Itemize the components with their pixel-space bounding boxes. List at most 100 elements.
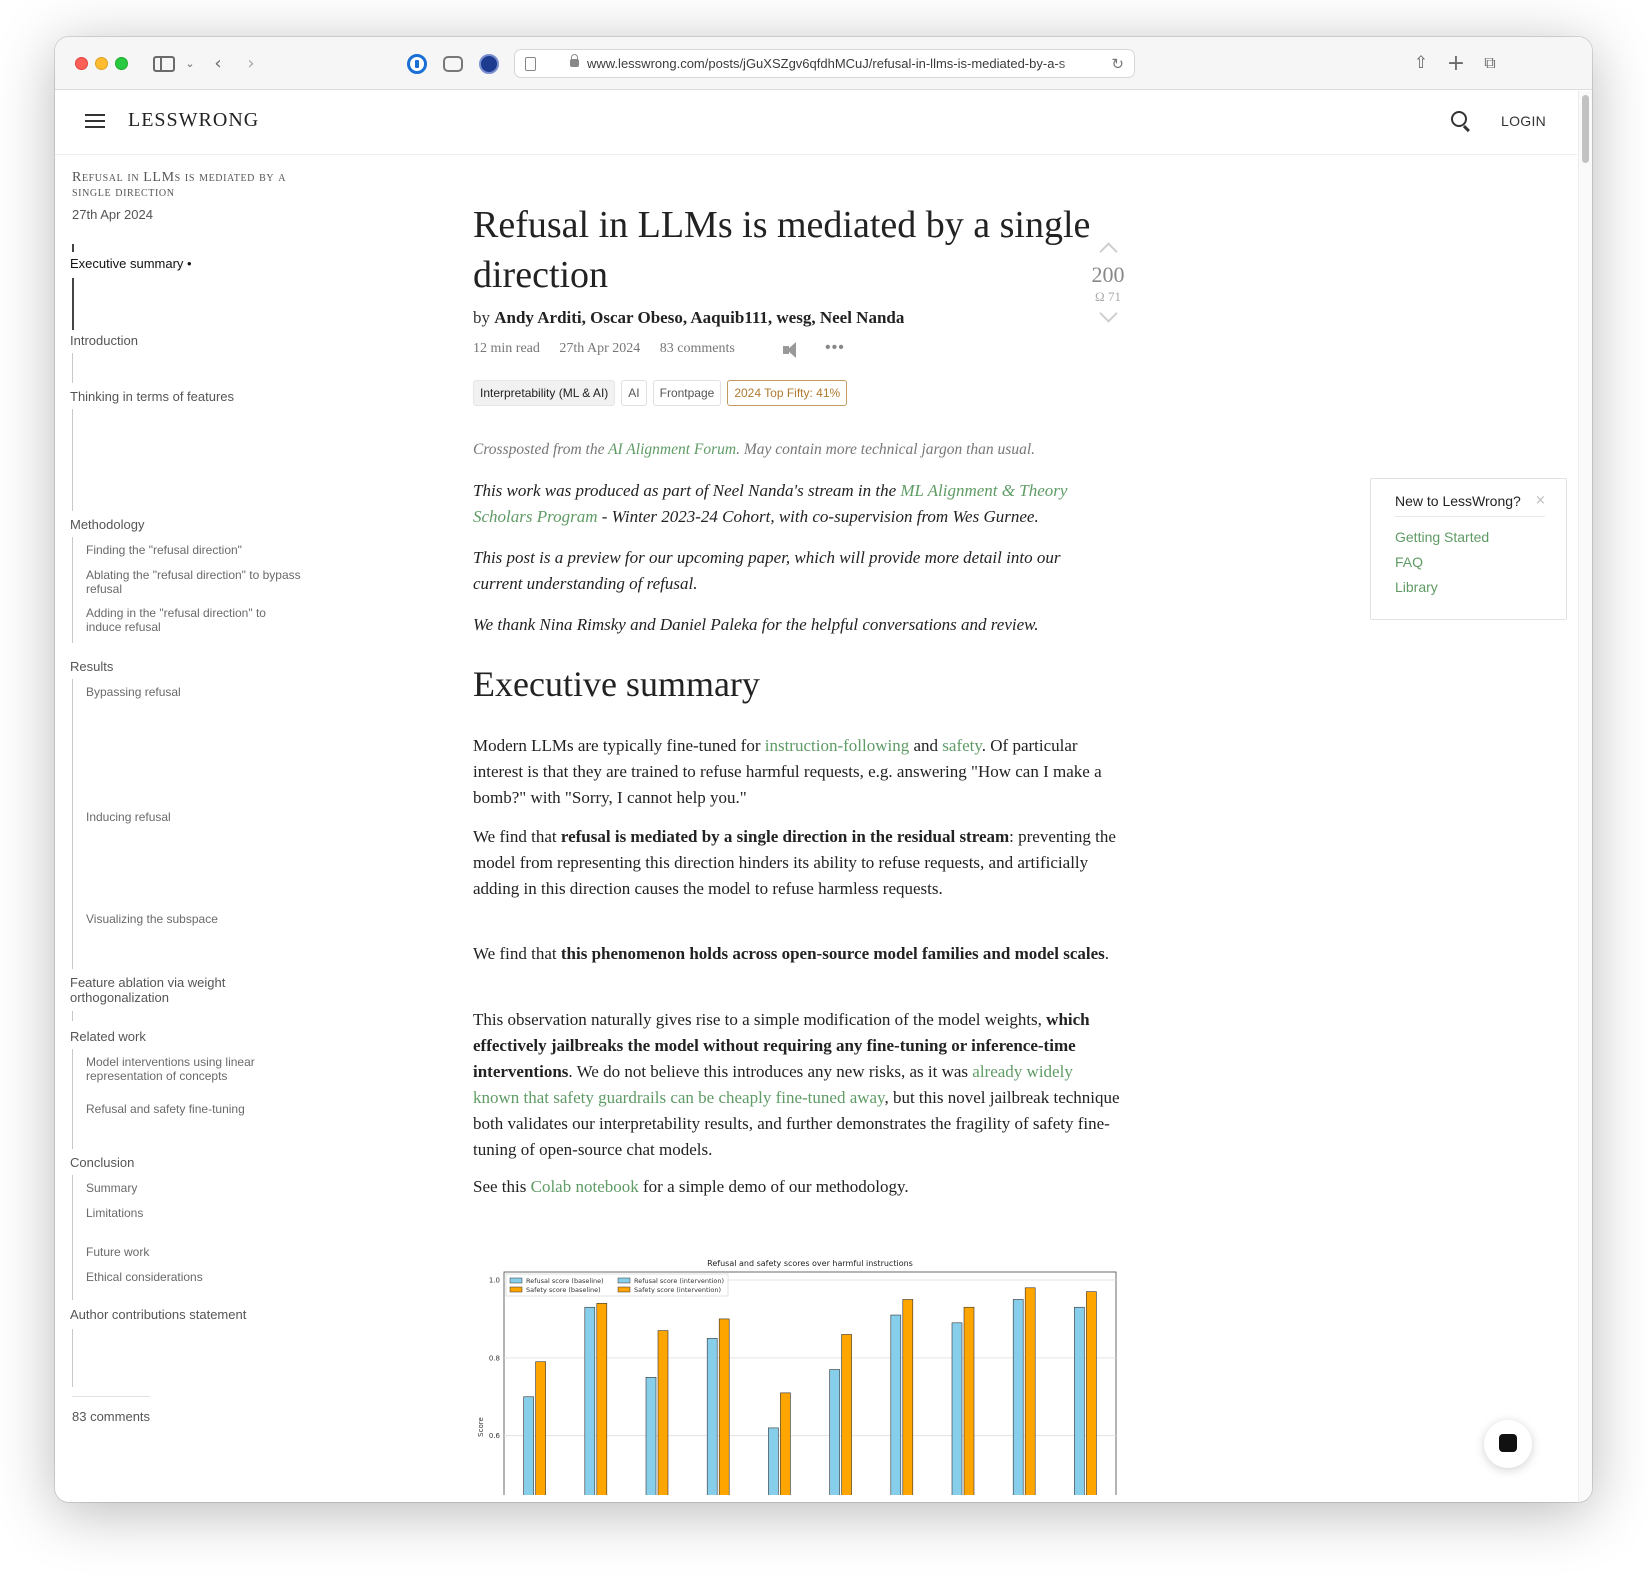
url-text[interactable]: www.lesswrong.com/posts/jGuXSZgv6qfdhMCu…: [587, 56, 1097, 71]
downvote-icon[interactable]: [1098, 304, 1118, 323]
chat-extension-icon[interactable]: [443, 56, 463, 72]
bar-safety-baseline: [596, 1303, 608, 1495]
toc-item-thinking-in-terms-of-features[interactable]: Thinking in terms of features: [70, 389, 234, 404]
reader-icon[interactable]: [525, 57, 536, 71]
getting-started-link[interactable]: Getting Started: [1395, 529, 1489, 545]
y-axis-label: Score: [477, 1417, 485, 1437]
read-time: 12 min read: [473, 341, 540, 356]
speaker-icon[interactable]: [783, 342, 801, 358]
browser-window: ⌄ ‹ › www.lesswrong.com/posts/jGuXSZgv6q…: [55, 37, 1592, 1502]
share-icon[interactable]: ⇧: [1410, 51, 1432, 75]
alignment-forum-link[interactable]: AI Alignment Forum: [608, 441, 736, 458]
faq-link[interactable]: FAQ: [1395, 554, 1423, 570]
close-icon[interactable]: ×: [1535, 493, 1546, 508]
search-icon[interactable]: [1451, 111, 1467, 127]
minimize-window-button[interactable]: [95, 57, 108, 70]
shield-extension-icon[interactable]: [479, 54, 499, 74]
post-date: 27th Apr 2024: [559, 341, 641, 356]
toc-item-author-contributions[interactable]: Author contributions statement: [70, 1307, 246, 1322]
close-window-button[interactable]: [75, 57, 88, 70]
colab-notebook-link[interactable]: Colab notebook: [531, 1177, 639, 1196]
tag-frontpage[interactable]: Frontpage: [652, 380, 722, 406]
library-link[interactable]: Library: [1395, 579, 1438, 595]
toc-item-introduction[interactable]: Introduction: [70, 333, 138, 348]
author-list[interactable]: Andy Arditi, Oscar Obeso, Aaquib111, wes…: [494, 308, 904, 327]
chat-icon[interactable]: [1484, 1420, 1532, 1468]
toc-item-bypassing-refusal[interactable]: Bypassing refusal: [86, 685, 181, 699]
reload-icon[interactable]: ↻: [1111, 55, 1124, 73]
bar-refusal-baseline: [706, 1338, 718, 1495]
post-title: Refusal in LLMs is mediated by a single …: [473, 204, 1091, 296]
toc-item-model-interventions[interactable]: Model interventions using linear represe…: [86, 1055, 296, 1083]
scrollbar-thumb[interactable]: [1582, 95, 1589, 163]
legend-swatch: [509, 1286, 523, 1293]
bar-refusal-baseline: [523, 1396, 534, 1495]
back-icon[interactable]: ‹: [207, 51, 229, 75]
bar-chart: Refusal and safety scores over harmful i…: [477, 1259, 1117, 1495]
new-tab-icon[interactable]: +: [1445, 51, 1467, 76]
plot-frame: [503, 1271, 1117, 1495]
table-of-contents: Refusal in LLMs is mediated by a single …: [55, 155, 415, 1502]
tag-top-fifty[interactable]: 2024 Top Fifty: 41%: [727, 380, 848, 406]
more-options-icon[interactable]: •••: [825, 339, 845, 357]
karma-score: 200: [1091, 262, 1125, 287]
tabs-overview-icon[interactable]: ⧉: [1479, 51, 1501, 75]
legend-entry: Safety score (baseline): [526, 1286, 601, 1294]
toc-item-inducing-refusal[interactable]: Inducing refusal: [86, 810, 171, 824]
toc-item-refusal-safety-finetuning[interactable]: Refusal and safety fine-tuning: [86, 1102, 245, 1116]
toc-item-summary[interactable]: Summary: [86, 1181, 137, 1195]
toc-item-results[interactable]: Results: [70, 659, 113, 674]
scrollbar[interactable]: [1578, 91, 1592, 1502]
upvote-icon[interactable]: [1098, 242, 1118, 261]
instruction-following-link[interactable]: instruction-following: [765, 736, 909, 755]
comments-count[interactable]: 83 comments: [660, 341, 735, 356]
forward-icon[interactable]: ›: [240, 51, 262, 75]
vote-box: 200 Ω 71: [1078, 241, 1138, 323]
sidebar-icon[interactable]: [153, 56, 175, 72]
paragraph-text: Modern LLMs are typically fine-tuned for: [473, 736, 765, 755]
post-meta: 12 min read 27th Apr 2024 83 comments: [473, 341, 751, 357]
bar-refusal-baseline: [584, 1306, 596, 1495]
bar-safety-baseline: [963, 1306, 975, 1495]
page-viewport: LESSWRONG LOGIN Refusal in LLMs is media…: [55, 91, 1592, 1502]
toc-title[interactable]: Refusal in LLMs is mediated by a single …: [72, 170, 312, 200]
tag-ai[interactable]: AI: [621, 380, 647, 406]
safety-link[interactable]: safety: [942, 736, 982, 755]
toc-item-future-work[interactable]: Future work: [86, 1245, 149, 1259]
byline-prefix: by: [473, 308, 490, 327]
login-link[interactable]: LOGIN: [1501, 113, 1546, 129]
toc-item-related-work[interactable]: Related work: [70, 1029, 146, 1044]
toc-line: [72, 1175, 73, 1300]
toc-item-limitations[interactable]: Limitations: [86, 1206, 143, 1220]
section-heading-executive-summary: Executive summary: [473, 664, 760, 704]
toc-item-executive-summary[interactable]: Executive summary •: [70, 256, 192, 271]
toc-item-feature-ablation[interactable]: Feature ablation via weight orthogonaliz…: [70, 975, 270, 1005]
bar-safety-baseline: [718, 1318, 730, 1495]
zoom-window-button[interactable]: [115, 57, 128, 70]
bar-safety-baseline: [841, 1334, 852, 1495]
welcome-title: New to LessWrong?: [1395, 493, 1521, 509]
toc-item-adding-refusal-direction[interactable]: Adding in the "refusal direction" to ind…: [86, 606, 296, 634]
paragraph: This observation naturally gives rise to…: [473, 1007, 1123, 1163]
paragraph-text: This observation naturally gives rise to…: [473, 1010, 1047, 1029]
toc-item-methodology[interactable]: Methodology: [70, 517, 144, 532]
paragraph-text: We find that: [473, 944, 561, 963]
toc-item-visualizing-subspace[interactable]: Visualizing the subspace: [86, 912, 218, 926]
menu-icon[interactable]: [85, 114, 105, 129]
password-manager-extension-icon[interactable]: [407, 54, 427, 74]
crosspost-text: . May contain more technical jargon than…: [736, 441, 1035, 458]
legend-entry: Refusal score (intervention): [634, 1277, 724, 1285]
address-bar[interactable]: www.lesswrong.com/posts/jGuXSZgv6qfdhMCu…: [514, 49, 1135, 78]
toc-item-conclusion[interactable]: Conclusion: [70, 1155, 134, 1170]
tag-interpretability[interactable]: Interpretability (ML & AI): [473, 380, 616, 406]
chevron-down-icon[interactable]: ⌄: [179, 51, 201, 75]
y-tick-label: 0.8: [489, 1354, 500, 1362]
bar-refusal-baseline: [1012, 1299, 1024, 1495]
toc-progress-line: [72, 244, 74, 252]
toc-comments-link[interactable]: 83 comments: [72, 1409, 150, 1424]
site-logo[interactable]: LESSWRONG: [128, 109, 259, 132]
toc-item-ethical-considerations[interactable]: Ethical considerations: [86, 1270, 203, 1284]
thanks-paragraph: We thank Nina Rimsky and Daniel Paleka f…: [473, 615, 1039, 634]
toc-item-ablating-refusal-direction[interactable]: Ablating the "refusal direction" to bypa…: [86, 568, 321, 596]
toc-item-finding-refusal-direction[interactable]: Finding the "refusal direction": [86, 543, 242, 557]
